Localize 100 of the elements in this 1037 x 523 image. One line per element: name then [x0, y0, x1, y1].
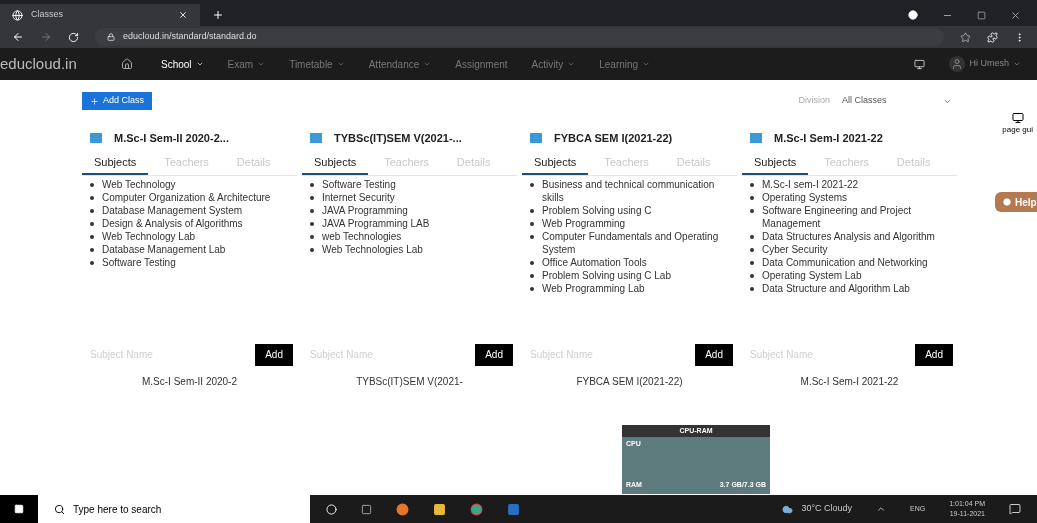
avatar-icon [949, 56, 966, 72]
bullet-icon [310, 247, 314, 252]
task-view-icon[interactable] [361, 503, 372, 515]
subject-item: Office Automation Tools [542, 255, 647, 269]
bullet-icon [90, 260, 94, 265]
browser-tab[interactable]: Classes [0, 4, 200, 26]
nav-menu-item[interactable]: Activity [519, 56, 588, 72]
tab[interactable]: Subjects [302, 154, 369, 175]
new-tab-icon[interactable] [212, 9, 224, 21]
plus-icon [90, 96, 99, 106]
subject-item: Data Structure and Algorithm Lab [762, 281, 910, 295]
bullet-icon [750, 195, 754, 200]
monitor-icon[interactable] [1011, 112, 1024, 124]
start-button[interactable] [0, 495, 38, 523]
tab[interactable]: Subjects [522, 154, 589, 175]
globe-icon [12, 9, 23, 21]
lock-icon [107, 33, 115, 41]
nav-menu-item[interactable]: Timetable [277, 56, 357, 72]
caret-icon [567, 60, 576, 68]
record-icon[interactable] [908, 10, 918, 20]
close-icon[interactable] [178, 10, 188, 20]
bullet-icon [310, 182, 314, 187]
reload-icon[interactable] [68, 31, 79, 43]
caret-icon [336, 60, 345, 68]
help-button[interactable]: Help [995, 192, 1037, 212]
star-icon[interactable] [960, 31, 971, 43]
class-icon [310, 133, 322, 143]
tab[interactable]: Subjects [82, 154, 149, 175]
nav-menu-item[interactable]: Learning [587, 56, 663, 72]
nav-menu-item[interactable]: Exam [215, 56, 278, 72]
subject-item: Web Programming Lab [542, 281, 645, 295]
bullet-icon [530, 234, 534, 239]
nav-menu-item[interactable]: Assignment [443, 56, 520, 72]
home-icon[interactable] [121, 58, 133, 70]
class-icon [750, 133, 762, 143]
screen-icon[interactable] [914, 58, 926, 70]
subject-item: Business and technical communication skills [542, 177, 716, 204]
class-caption: M.Sc-I Sem-I 2021-22 [800, 374, 899, 389]
class-caption: M.Sc-I Sem-II 2020-2 [142, 374, 237, 389]
chevron-up-icon[interactable] [876, 504, 886, 514]
bullet-icon [750, 273, 754, 278]
puzzle-icon[interactable] [987, 31, 998, 43]
user-menu[interactable]: Hi Umesh [949, 56, 1021, 72]
address-bar[interactable]: educloud.in/standard/standard.do [95, 28, 944, 46]
bullet-icon [530, 221, 534, 226]
subject-item: JAVA Programming [322, 203, 408, 217]
caret-icon [195, 60, 204, 68]
nav-menu-item[interactable]: Attendance [356, 56, 444, 72]
caret-icon [257, 60, 266, 68]
bullet-icon [750, 286, 754, 291]
class-caption: FYBCA SEM I(2021-22) [576, 374, 683, 389]
add-button[interactable]: Add [475, 343, 513, 366]
add-button[interactable]: Add [915, 343, 953, 366]
subject-item: Problem Solving using C Lab [542, 268, 671, 282]
search-icon [54, 503, 65, 515]
bullet-icon [530, 260, 534, 265]
subject-item: Database Management Lab [102, 242, 226, 256]
class-caption: TYBSc(IT)SEM V(2021- [356, 374, 463, 389]
subject-item: Web Technologies Lab [322, 242, 423, 256]
division-select[interactable]: All Classes [842, 94, 952, 108]
bullet-icon [310, 195, 314, 200]
subject-item: web Technologies [322, 229, 402, 243]
subject-item: Software Engineering and Project Management [762, 203, 912, 230]
bullet-icon [750, 208, 754, 213]
close-icon[interactable] [1010, 9, 1021, 21]
tab[interactable]: Subjects [742, 154, 809, 175]
bullet-icon [530, 286, 534, 291]
app-icon[interactable] [507, 502, 520, 516]
subject-item: Computer Organization & Architecture [102, 190, 271, 204]
subject-item: Data Structures Analysis and Algorithm [762, 229, 935, 243]
add-button[interactable]: Add [695, 343, 733, 366]
class-icon [530, 133, 542, 143]
weather-text[interactable]: 30°C Cloudy [801, 502, 852, 516]
bullet-icon [310, 234, 314, 239]
class-title: FYBCA SEM I(2021-22) [554, 130, 673, 146]
division-label: Division [798, 94, 830, 108]
class-icon [90, 133, 102, 143]
add-class-button[interactable]: Add Class [82, 92, 153, 110]
subject-item: M.Sc-I sem-I 2021-22 [762, 177, 859, 191]
subject-item: Software Testing [102, 255, 176, 269]
notification-icon[interactable] [1009, 503, 1021, 515]
back-icon[interactable] [12, 31, 24, 43]
nav-menu-item[interactable]: School [149, 56, 216, 72]
subject-item: Software Testing [322, 177, 396, 191]
bullet-icon [90, 208, 94, 213]
bullet-icon [750, 247, 754, 252]
bullet-icon [310, 221, 314, 226]
bullet-icon [90, 182, 94, 187]
help-icon [1003, 198, 1011, 206]
site-logo[interactable]: educloud.in [0, 52, 105, 76]
page-guide-label[interactable]: page gui [1002, 124, 1033, 136]
bullet-icon [750, 234, 754, 239]
add-button[interactable]: Add [255, 343, 293, 366]
bullet-icon [90, 247, 94, 252]
maximize-icon[interactable] [977, 10, 986, 20]
caret-icon [1013, 60, 1021, 68]
caret-icon [642, 60, 651, 68]
bullet-icon [750, 260, 754, 265]
subject-item: Cyber Security [762, 242, 828, 256]
bullet-icon [530, 273, 534, 278]
